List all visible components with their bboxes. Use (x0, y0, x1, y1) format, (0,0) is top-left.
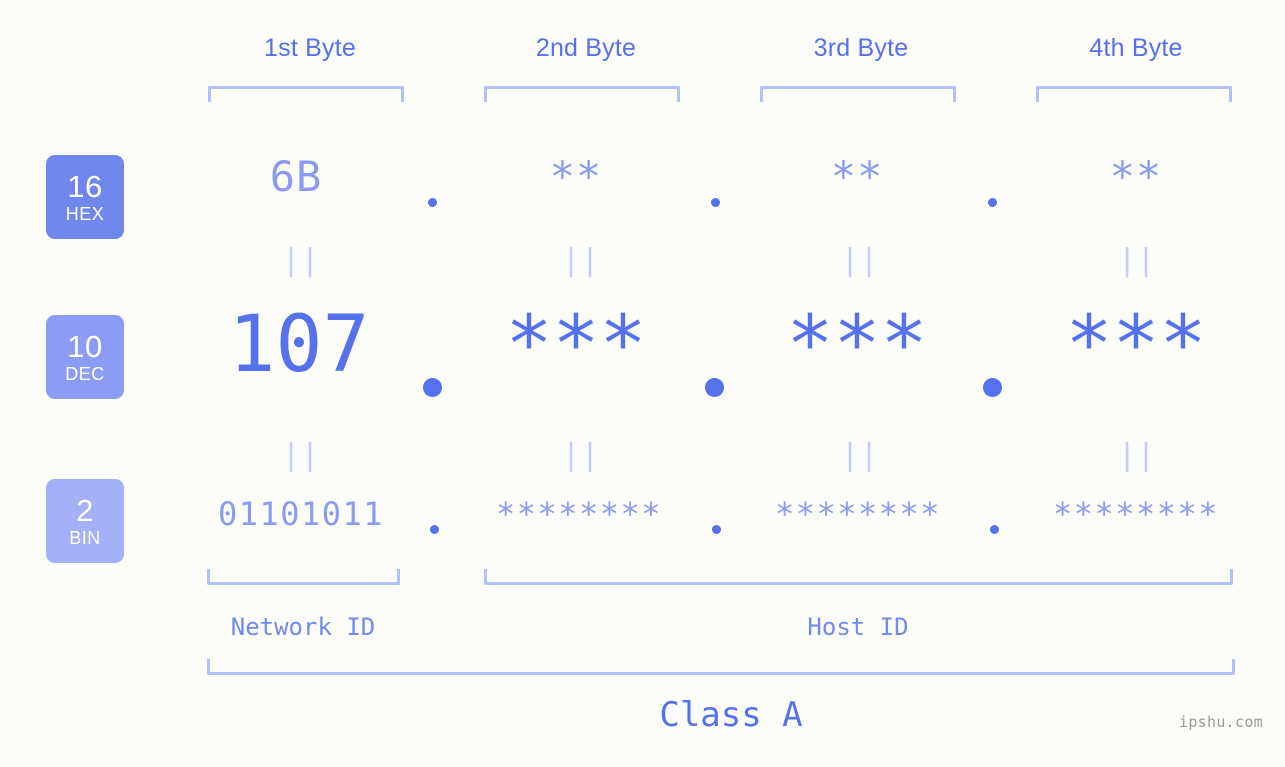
byte-bracket-1 (208, 86, 404, 102)
equality-connector-dec-bin-2: || (561, 438, 601, 473)
radix-badge-bin-name: BIN (69, 528, 101, 548)
radix-badge-bin: 2 BIN (46, 479, 124, 563)
hex-separator-dot-1 (428, 198, 437, 207)
radix-badge-dec-number: 10 (67, 329, 103, 364)
byte-header-1: 1st Byte (264, 34, 356, 62)
dec-octet-2: *** (505, 300, 647, 390)
bin-separator-dot-1 (430, 525, 439, 534)
radix-badge-dec-name: DEC (65, 364, 105, 384)
hex-octet-4: ** (1109, 152, 1163, 201)
bin-separator-dot-3 (990, 525, 999, 534)
bin-octet-2: ******** (495, 495, 663, 533)
byte-bracket-2 (484, 86, 680, 102)
hex-separator-dot-2 (711, 198, 720, 207)
byte-header-4: 4th Byte (1089, 34, 1183, 62)
byte-bracket-3 (760, 86, 956, 102)
hex-separator-dot-3 (988, 198, 997, 207)
equality-connector-dec-bin-3: || (840, 438, 880, 473)
equality-connector-dec-bin-4: || (1117, 438, 1157, 473)
hex-octet-3: ** (830, 152, 884, 201)
equality-connector-hex-dec-1: || (281, 243, 321, 278)
class-label: Class A (659, 695, 803, 735)
dec-separator-dot-2 (705, 378, 724, 397)
equality-connector-dec-bin-1: || (281, 438, 321, 473)
ip-address-diagram: 1st Byte 2nd Byte 3rd Byte 4th Byte 16 H… (0, 0, 1285, 767)
bin-octet-1: 01101011 (217, 495, 385, 533)
dec-octet-4: *** (1065, 300, 1207, 390)
host-id-bracket (484, 569, 1233, 585)
hex-octet-1: 6B (269, 152, 323, 201)
site-watermark: ipshu.com (1179, 713, 1263, 731)
radix-badge-hex: 16 HEX (46, 155, 124, 239)
network-id-bracket (207, 569, 400, 585)
radix-badge-hex-name: HEX (65, 204, 105, 224)
equality-connector-hex-dec-4: || (1117, 243, 1157, 278)
radix-badge-bin-number: 2 (76, 493, 94, 528)
dec-octet-1: 107 (228, 300, 370, 390)
byte-header-2: 2nd Byte (535, 34, 637, 62)
bin-octet-3: ******** (774, 495, 942, 533)
equality-connector-hex-dec-2: || (561, 243, 601, 278)
dec-octet-3: *** (786, 300, 928, 390)
equality-connector-hex-dec-3: || (840, 243, 880, 278)
radix-badge-dec: 10 DEC (46, 315, 124, 399)
hex-octet-2: ** (549, 152, 603, 201)
class-bracket (207, 659, 1235, 675)
dec-separator-dot-3 (983, 378, 1002, 397)
byte-bracket-4 (1036, 86, 1232, 102)
host-id-label: Host ID (807, 613, 909, 641)
dec-separator-dot-1 (423, 378, 442, 397)
network-id-label: Network ID (230, 613, 376, 641)
bin-octet-4: ******** (1052, 495, 1220, 533)
radix-badge-hex-number: 16 (67, 169, 103, 204)
bin-separator-dot-2 (712, 525, 721, 534)
byte-header-3: 3rd Byte (813, 34, 909, 62)
